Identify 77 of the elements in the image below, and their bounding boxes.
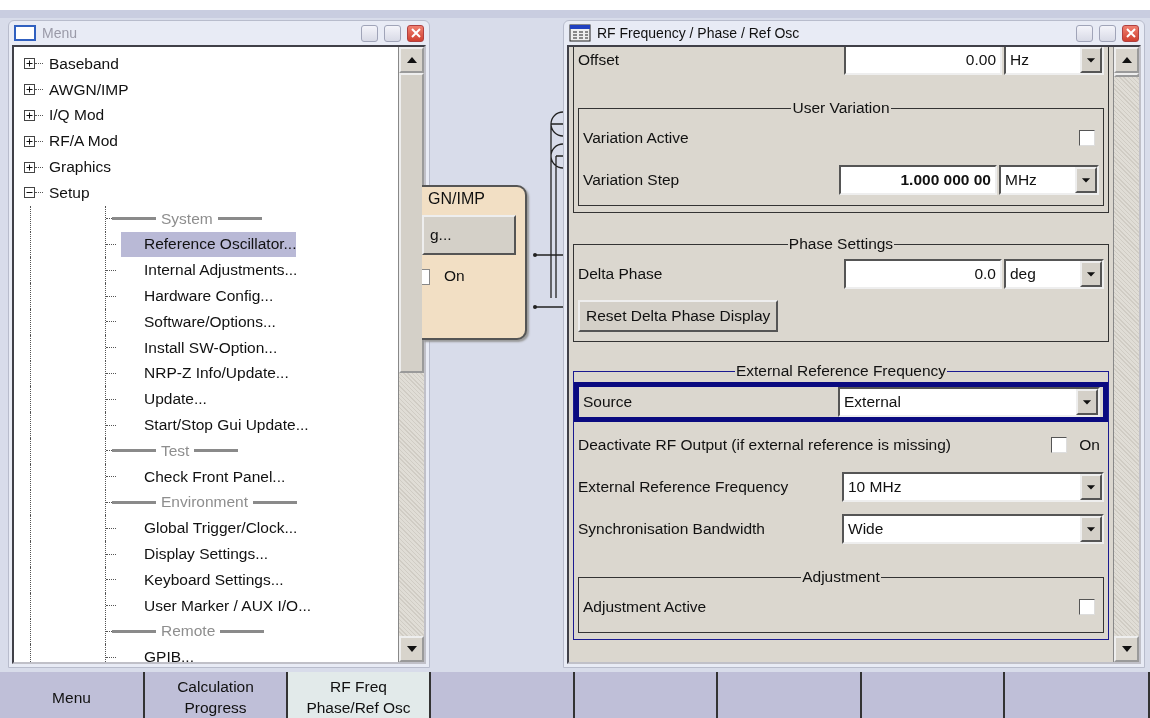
group-title: External Reference Frequency (734, 362, 948, 380)
expand-icon[interactable] (24, 135, 35, 147)
tree-item[interactable]: Baseband (49, 54, 119, 73)
close-button[interactable] (1122, 24, 1139, 42)
field-label: Variation Step (583, 171, 681, 189)
menu-item[interactable]: GPIB... (121, 644, 194, 662)
tree-item[interactable]: AWGN/IMP (49, 80, 129, 99)
scroll-up-icon[interactable] (1120, 56, 1133, 64)
menu-item[interactable]: Check Front Panel... (121, 464, 286, 490)
tree-item[interactable]: I/Q Mod (49, 106, 105, 125)
menu-item[interactable]: Global Trigger/Clock... (121, 515, 298, 541)
value-field[interactable]: 0.0 (844, 259, 1002, 289)
menu-item[interactable]: Keyboard Settings... (121, 567, 284, 593)
section-heading: Test (161, 441, 190, 460)
field-label: External Reference Frequency (578, 478, 790, 496)
section-heading: System (161, 209, 213, 228)
checkbox-label: On (1079, 436, 1100, 454)
checkbox[interactable] (1051, 437, 1068, 453)
group-title: Phase Settings (787, 235, 895, 253)
field-label: Source (583, 393, 634, 411)
value-field[interactable]: 0.00 (844, 47, 1002, 75)
caret-icon (1080, 474, 1102, 500)
expand-icon[interactable] (24, 84, 35, 96)
menu-item[interactable]: Start/Stop Gui Update... (121, 412, 309, 438)
window-title: RF Frequency / Phase / Ref Osc (597, 25, 801, 41)
field-label: Adjustment Active (583, 598, 708, 616)
caret-icon (1080, 516, 1102, 542)
menu-item[interactable]: Update... (121, 386, 207, 412)
menu-item[interactable]: Hardware Config... (121, 283, 274, 309)
select-dropdown[interactable]: Wide (842, 514, 1104, 544)
section-heading: Remote (161, 622, 216, 641)
tree-item[interactable]: Graphics (49, 158, 112, 177)
tree-item[interactable]: RF/A Mod (49, 132, 118, 151)
collapse-icon[interactable] (24, 187, 35, 199)
value-field[interactable]: 1.000 000 00 (839, 165, 997, 195)
field-label: Synchronisation Bandwidth (578, 520, 766, 538)
caret-icon (1080, 261, 1102, 287)
select-dropdown[interactable]: External (838, 387, 1100, 417)
caret-icon (1075, 167, 1097, 193)
field-label: Variation Active (583, 129, 690, 147)
section-heading: Environment (161, 493, 248, 512)
scroll-down-icon[interactable] (1120, 645, 1133, 653)
window-title: Menu (42, 25, 79, 41)
block-button[interactable]: g... (422, 215, 516, 255)
checkbox-label: On (444, 267, 465, 285)
menu-item[interactable]: Reference Oscillator... (121, 231, 297, 257)
group-title: User Variation (791, 99, 891, 117)
menu-item[interactable]: Display Settings... (121, 541, 269, 567)
reset-button[interactable]: Reset Delta Phase Display (578, 300, 779, 332)
field-label: Delta Phase (578, 265, 664, 283)
menu-item[interactable]: Software/Options... (121, 309, 276, 335)
block-title: GN/IMP (428, 190, 485, 208)
field-label: Offset (578, 51, 621, 69)
menu-item[interactable]: Internal Adjustments... (121, 257, 298, 283)
menu-item[interactable]: NRP-Z Info/Update... (121, 360, 289, 386)
unit-dropdown[interactable]: Hz (1004, 47, 1104, 75)
menu-item[interactable]: User Marker / AUX I/O... (121, 593, 312, 619)
scroll-down-icon[interactable] (405, 645, 418, 653)
select-dropdown[interactable]: 10 MHz (842, 472, 1104, 502)
taskbar-button[interactable]: RF Freq Phase/Ref Osc (288, 672, 431, 718)
scroll-up-icon[interactable] (405, 56, 418, 64)
checkbox[interactable] (1079, 599, 1095, 615)
expand-icon[interactable] (24, 110, 35, 121)
unit-dropdown[interactable]: MHz (999, 165, 1099, 195)
window-icon (14, 25, 36, 41)
checkbox[interactable] (422, 269, 430, 285)
expand-icon[interactable] (24, 161, 35, 173)
window-icon (569, 24, 591, 42)
close-button[interactable] (407, 24, 424, 42)
checkbox[interactable] (1079, 130, 1095, 146)
field-label: Deactivate RF Output (if external reference is missing) (578, 436, 952, 454)
expand-icon[interactable] (24, 58, 35, 70)
caret-icon (1076, 389, 1098, 415)
menu-item[interactable]: Install SW-Option... (121, 335, 278, 361)
tree-item[interactable]: Setup (49, 183, 90, 202)
unit-dropdown[interactable]: deg (1004, 259, 1104, 289)
group-title: Adjustment (801, 568, 881, 586)
